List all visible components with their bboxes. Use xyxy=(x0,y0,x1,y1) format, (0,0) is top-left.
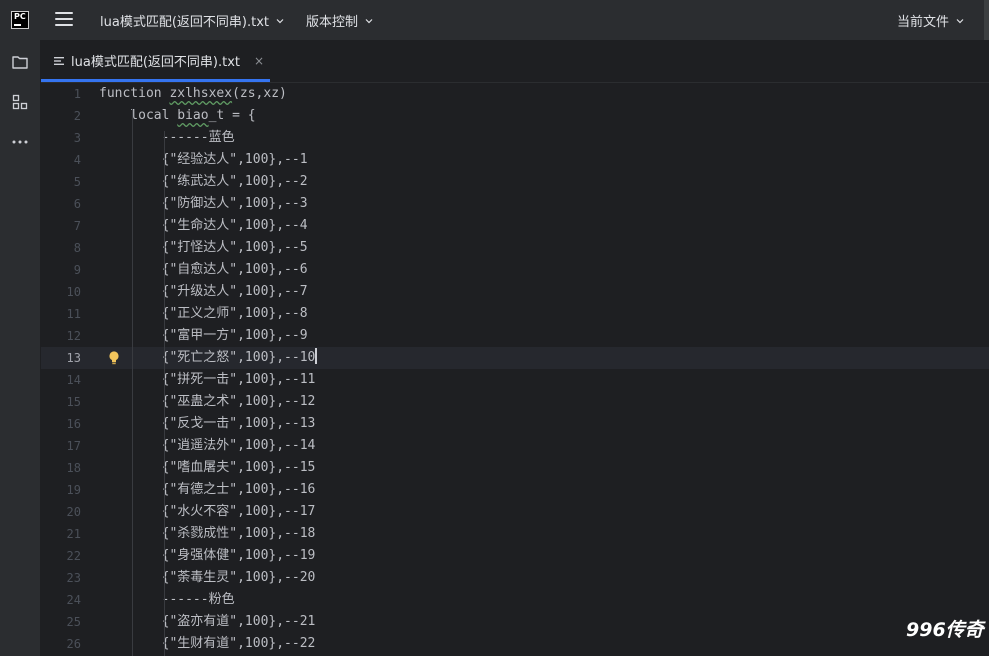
tab-label: lua模式匹配(返回不同串).txt xyxy=(71,55,240,70)
code-line[interactable]: 8 {"打怪达人",100},--5 xyxy=(41,237,989,259)
code-line[interactable]: 9 {"自愈达人",100},--6 xyxy=(41,259,989,281)
indent-guide xyxy=(132,109,133,656)
code-line[interactable]: 12 {"富甲一方",100},--9 xyxy=(41,325,989,347)
line-number[interactable]: 19 xyxy=(41,479,81,501)
code-line[interactable]: 1 function zxlhsxex(zs,xz) xyxy=(41,83,989,105)
line-number[interactable]: 22 xyxy=(41,545,81,567)
code-line[interactable]: 18 {"嗜血屠夫",100},--15 xyxy=(41,457,989,479)
code-line[interactable]: 20 {"水火不容",100},--17 xyxy=(41,501,989,523)
text-caret xyxy=(315,348,317,364)
line-number[interactable]: 14 xyxy=(41,369,81,391)
chevron-down-icon xyxy=(365,18,373,23)
code-line[interactable]: 3 ------蓝色 xyxy=(41,127,989,149)
vcs-menu[interactable]: 版本控制 xyxy=(306,11,374,30)
code-line[interactable]: 17 {"逍遥法外",100},--14 xyxy=(41,435,989,457)
line-number[interactable]: 13 xyxy=(41,347,81,369)
code-line[interactable]: 6 {"防御达人",100},--3 xyxy=(41,193,989,215)
window-edge xyxy=(984,0,989,40)
chevron-down-icon xyxy=(276,18,284,23)
structure-icon[interactable] xyxy=(11,93,29,111)
line-number[interactable]: 11 xyxy=(41,303,81,325)
line-number[interactable]: 7 xyxy=(41,215,81,237)
project-label: lua模式匹配(返回不同串).txt xyxy=(100,15,269,30)
line-number[interactable]: 21 xyxy=(41,523,81,545)
code-line[interactable]: 14 {"拼死一击",100},--11 xyxy=(41,369,989,391)
line-number[interactable]: 8 xyxy=(41,237,81,259)
line-number[interactable]: 15 xyxy=(41,391,81,413)
indent-guide xyxy=(164,131,165,656)
code-line[interactable]: 19 {"有德之士",100},--16 xyxy=(41,479,989,501)
vcs-label: 版本控制 xyxy=(306,15,359,30)
run-config-selector[interactable]: 当前文件 xyxy=(897,11,965,30)
line-number[interactable]: 18 xyxy=(41,457,81,479)
editor-tab[interactable]: lua模式匹配(返回不同串).txt × xyxy=(53,51,264,70)
run-config-label: 当前文件 xyxy=(897,15,950,30)
code-text: {"练武达人",100},--2 xyxy=(99,174,308,189)
code-line[interactable]: 4 {"经验达人",100},--1 xyxy=(41,149,989,171)
code-text: {"打怪达人",100},--5 xyxy=(99,240,308,255)
watermark: 996传奇 xyxy=(906,619,984,641)
code-text: {"自愈达人",100},--6 xyxy=(99,262,308,277)
code-line[interactable]: 15 {"巫蛊之术",100},--12 xyxy=(41,391,989,413)
line-number[interactable]: 20 xyxy=(41,501,81,523)
code-text: ------蓝色 xyxy=(99,130,235,145)
code-text: local biao_t = { xyxy=(99,108,256,123)
logo-text: PC xyxy=(14,12,26,21)
line-number[interactable]: 1 xyxy=(41,83,81,105)
line-number[interactable]: 26 xyxy=(41,633,81,655)
code-line[interactable]: 2 local biao_t = { xyxy=(41,105,989,127)
line-number[interactable]: 17 xyxy=(41,435,81,457)
code-line[interactable]: 5 {"练武达人",100},--2 xyxy=(41,171,989,193)
code-text: {"富甲一方",100},--9 xyxy=(99,328,308,343)
line-number[interactable]: 5 xyxy=(41,171,81,193)
code-line[interactable]: 25 {"盗亦有道",100},--21 xyxy=(41,611,989,633)
code-line[interactable]: 21 {"杀戮成性",100},--18 xyxy=(41,523,989,545)
more-horizontal-icon[interactable] xyxy=(11,133,29,151)
tool-window-strip xyxy=(0,40,41,656)
line-number[interactable]: 10 xyxy=(41,281,81,303)
code-line[interactable]: 22 {"身强体健",100},--19 xyxy=(41,545,989,567)
code-line[interactable]: 24 ------粉色 xyxy=(41,589,989,611)
line-number[interactable]: 2 xyxy=(41,105,81,127)
code-text: {"正义之师",100},--8 xyxy=(99,306,308,321)
text-file-icon xyxy=(54,56,64,65)
line-number[interactable]: 25 xyxy=(41,611,81,633)
line-number[interactable]: 12 xyxy=(41,325,81,347)
code-line[interactable]: 16 {"反戈一击",100},--13 xyxy=(41,413,989,435)
hamburger-menu-icon[interactable] xyxy=(55,12,73,28)
code-line[interactable]: 13 {"死亡之怒",100},--10 xyxy=(41,347,989,369)
code-text: {"升级达人",100},--7 xyxy=(99,284,308,299)
code-line[interactable]: 26 {"生财有道",100},--22 xyxy=(41,633,989,655)
line-number[interactable]: 23 xyxy=(41,567,81,589)
project-selector[interactable]: lua模式匹配(返回不同串).txt xyxy=(100,11,285,30)
code-text: {"经验达人",100},--1 xyxy=(99,152,308,167)
line-number[interactable]: 16 xyxy=(41,413,81,435)
close-icon[interactable]: × xyxy=(254,54,264,68)
pycharm-logo-icon[interactable]: PC xyxy=(11,11,29,29)
code-line[interactable]: 10 {"升级达人",100},--7 xyxy=(41,281,989,303)
chevron-down-icon xyxy=(956,18,964,23)
line-number[interactable]: 4 xyxy=(41,149,81,171)
line-number[interactable]: 24 xyxy=(41,589,81,611)
code-line[interactable]: 23 {"荼毒生灵",100},--20 xyxy=(41,567,989,589)
ide-window: PC lua模式匹配(返回不同串).txt 版本控制 当前文件 lua模式匹配(… xyxy=(0,0,989,656)
code-text: ------粉色 xyxy=(99,592,235,607)
code-text: {"生命达人",100},--4 xyxy=(99,218,308,233)
line-number[interactable]: 3 xyxy=(41,127,81,149)
code-text: function zxlhsxex(zs,xz) xyxy=(99,86,287,101)
line-number[interactable]: 6 xyxy=(41,193,81,215)
code-line[interactable]: 11 {"正义之师",100},--8 xyxy=(41,303,989,325)
folder-icon[interactable] xyxy=(11,53,29,71)
code-editor[interactable]: 1 function zxlhsxex(zs,xz) 2 local biao_t … xyxy=(41,83,989,656)
title-bar: PC lua模式匹配(返回不同串).txt 版本控制 当前文件 xyxy=(0,0,989,40)
active-tab-indicator xyxy=(41,79,270,82)
editor-tab-bar: lua模式匹配(返回不同串).txt × xyxy=(41,40,989,83)
code-text: {"防御达人",100},--3 xyxy=(99,196,308,211)
line-number[interactable]: 9 xyxy=(41,259,81,281)
code-line[interactable]: 7 {"生命达人",100},--4 xyxy=(41,215,989,237)
